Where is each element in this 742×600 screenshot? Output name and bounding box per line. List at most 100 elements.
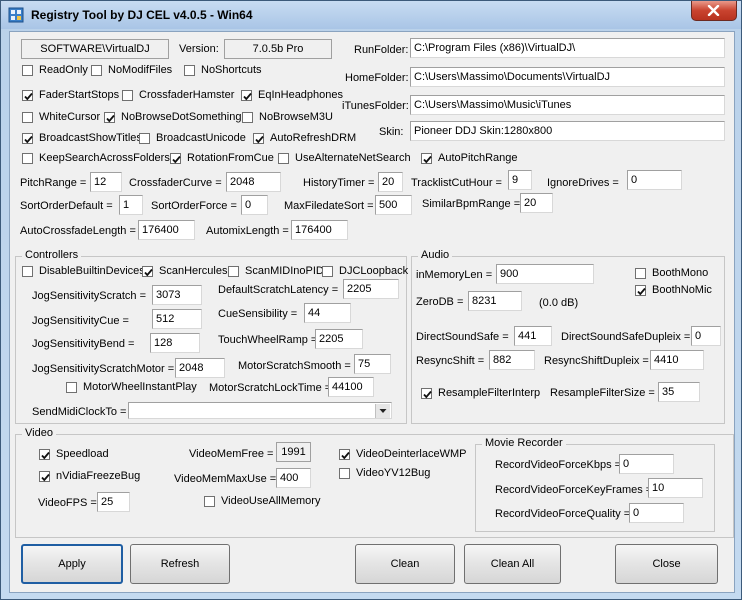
inmemorylen-input[interactable]: 900 bbox=[496, 264, 594, 284]
touchwheelramp-input[interactable]: 2205 bbox=[315, 329, 363, 349]
djcloopback-checkbox[interactable]: DJCLoopback bbox=[322, 263, 408, 279]
close-button[interactable]: Close bbox=[615, 544, 718, 584]
ignoredrives-input[interactable]: 0 bbox=[627, 170, 682, 190]
nobrowsedotsomething-checkbox[interactable]: NoBrowseDotSomething bbox=[104, 109, 241, 125]
disablebuiltindevices-checkbox[interactable]: DisableBuiltinDevices bbox=[22, 263, 145, 279]
clean-button[interactable]: Clean bbox=[355, 544, 455, 584]
checkmark-icon bbox=[24, 92, 33, 100]
clean-all-button[interactable]: Clean All bbox=[464, 544, 561, 584]
crossfadercurve-input[interactable]: 2048 bbox=[226, 172, 281, 192]
checkbox-label: ReadOnly bbox=[39, 64, 88, 76]
crossfaderhamster-checkbox[interactable]: CrossfaderHamster bbox=[122, 87, 234, 103]
tracklistcuthour-input[interactable]: 9 bbox=[508, 170, 532, 190]
motorscratchsmooth-input[interactable]: 75 bbox=[354, 354, 391, 374]
recordvideoforcekbps-input[interactable]: 0 bbox=[619, 454, 674, 474]
directsoundsafe-input[interactable]: 441 bbox=[514, 326, 552, 346]
checkbox-label: NoModifFiles bbox=[108, 64, 173, 76]
client-area: SOFTWARE\VirtualDJ Version: 7.0.5b Pro R… bbox=[9, 31, 735, 593]
resamplefiltersize-input[interactable]: 35 bbox=[658, 382, 700, 402]
maxfiledatesort-input[interactable]: 500 bbox=[375, 195, 412, 215]
refresh-button[interactable]: Refresh bbox=[130, 544, 230, 584]
sortorderdefault-input[interactable]: 1 bbox=[119, 195, 143, 215]
whitecursor-checkbox[interactable]: WhiteCursor bbox=[22, 109, 100, 125]
autocrossfadelength-input[interactable]: 176400 bbox=[138, 220, 195, 240]
recordvideoforcequality-input[interactable]: 0 bbox=[629, 503, 684, 523]
rotationfromcue-checkbox[interactable]: RotationFromCue bbox=[170, 150, 274, 166]
checkbox-box bbox=[66, 381, 77, 393]
boothnomic-checkbox[interactable]: BoothNoMic bbox=[635, 282, 712, 298]
skin-label: Skin: bbox=[379, 126, 404, 138]
recordvideoforcekeyframes-input[interactable]: 10 bbox=[648, 478, 703, 498]
tracklistcuthour-label: TracklistCutHour = bbox=[411, 177, 502, 189]
autorefreshdrm-checkbox[interactable]: AutoRefreshDRM bbox=[253, 130, 356, 146]
sendmidiclockto-select[interactable] bbox=[128, 402, 392, 419]
videomemmaxuse-input[interactable]: 400 bbox=[276, 468, 311, 488]
scanhercules-checkbox[interactable]: ScanHercules bbox=[142, 263, 227, 279]
jogsensitivitybend-input[interactable]: 128 bbox=[150, 333, 200, 353]
checkbox-label: EqInHeadphones bbox=[258, 89, 344, 101]
pitchrange-input[interactable]: 12 bbox=[90, 172, 122, 192]
jogsensitivitybend-label: JogSensitivityBend = bbox=[32, 338, 135, 350]
cuesensibility-input[interactable]: 44 bbox=[304, 303, 351, 323]
historytimer-input[interactable]: 20 bbox=[378, 172, 403, 192]
sortorderforce-input[interactable]: 0 bbox=[241, 195, 268, 215]
similarbpmrange-input[interactable]: 20 bbox=[520, 193, 553, 213]
checkbox-label: BoothNoMic bbox=[652, 284, 712, 296]
motorscratchlocktime-input[interactable]: 44100 bbox=[328, 377, 374, 397]
zerodb-input[interactable]: 8231 bbox=[468, 291, 522, 311]
defaultscratchlatency-label: DefaultScratchLatency = bbox=[218, 284, 339, 296]
title-bar[interactable]: Registry Tool by DJ CEL v4.0.5 - Win64 bbox=[1, 1, 741, 29]
noshortcuts-checkbox[interactable]: NoShortcuts bbox=[184, 62, 262, 78]
window-close-button[interactable] bbox=[691, 1, 737, 21]
boothmono-checkbox[interactable]: BoothMono bbox=[635, 265, 708, 281]
videouseallmemory-checkbox[interactable]: VideoUseAllMemory bbox=[204, 493, 320, 509]
nvidiafreezebug-checkbox[interactable]: nVidiaFreezeBug bbox=[39, 468, 140, 484]
jogsensitivitycue-input[interactable]: 512 bbox=[152, 309, 202, 329]
broadcastshowtitles-checkbox[interactable]: BroadcastShowTitles bbox=[22, 130, 142, 146]
jogsensitivityscratchmotor-input[interactable]: 2048 bbox=[175, 358, 225, 378]
nomodiffiles-checkbox[interactable]: NoModifFiles bbox=[91, 62, 172, 78]
run-folder-input[interactable]: C:\Program Files (x86)\VirtualDJ\ bbox=[410, 38, 725, 58]
checkbox-box bbox=[39, 448, 50, 460]
videofps-input[interactable]: 25 bbox=[97, 492, 130, 512]
resyncshift-input[interactable]: 882 bbox=[489, 350, 535, 370]
keepsearchacrossfolders-checkbox[interactable]: KeepSearchAcrossFolders bbox=[22, 150, 170, 166]
motorscratchsmooth-label: MotorScratchSmooth = bbox=[238, 360, 351, 372]
checkmark-icon bbox=[341, 451, 350, 459]
chevron-down-icon[interactable] bbox=[375, 404, 390, 418]
home-folder-input[interactable]: C:\Users\Massimo\Documents\VirtualDJ bbox=[410, 67, 725, 87]
videofps-label: VideoFPS = bbox=[38, 497, 97, 509]
checkbox-box bbox=[91, 64, 102, 76]
usealternatenetsearch-checkbox[interactable]: UseAlternateNetSearch bbox=[278, 150, 411, 166]
nobrowsem3u-checkbox[interactable]: NoBrowseM3U bbox=[242, 109, 333, 125]
autopitchrange-checkbox[interactable]: AutoPitchRange bbox=[421, 150, 518, 166]
checkbox-label: WhiteCursor bbox=[39, 111, 101, 123]
motorwheelinstantplay-checkbox[interactable]: MotorWheelInstantPlay bbox=[66, 379, 197, 395]
videoyv12bug-checkbox[interactable]: VideoYV12Bug bbox=[339, 465, 430, 481]
speedload-checkbox[interactable]: Speedload bbox=[39, 446, 109, 462]
movie-recorder-group-title: Movie Recorder bbox=[482, 437, 566, 449]
videodeinterlacewmp-checkbox[interactable]: VideoDeinterlaceWMP bbox=[339, 446, 466, 462]
apply-button[interactable]: Apply bbox=[21, 544, 123, 584]
checkbox-box bbox=[22, 89, 33, 101]
checkbox-label: ScanHercules bbox=[159, 265, 228, 277]
automixlength-input[interactable]: 176400 bbox=[291, 220, 348, 240]
itunes-folder-input[interactable]: C:\Users\Massimo\Music\iTunes bbox=[410, 95, 725, 115]
resyncshiftduplex-input[interactable]: 4410 bbox=[650, 350, 704, 370]
broadcastunicode-checkbox[interactable]: BroadcastUnicode bbox=[139, 130, 246, 146]
jogsensitivityscratch-input[interactable]: 3073 bbox=[152, 285, 202, 305]
defaultscratchlatency-input[interactable]: 2205 bbox=[343, 279, 399, 299]
checkbox-label: BoothMono bbox=[652, 267, 709, 279]
inmemorylen-label: inMemoryLen = bbox=[416, 269, 493, 281]
scanmidinopid-checkbox[interactable]: ScanMIDInoPID bbox=[228, 263, 324, 279]
checkbox-box bbox=[142, 265, 153, 277]
directsoundsafeduplex-label: DirectSoundSafeDupleix = bbox=[561, 331, 691, 343]
eqinheadphones-checkbox[interactable]: EqInHeadphones bbox=[241, 87, 343, 103]
resamplefilterinterp-checkbox[interactable]: ResampleFilterInterp bbox=[421, 385, 540, 401]
checkbox-box bbox=[122, 89, 133, 101]
faderstartstops-checkbox[interactable]: FaderStartStops bbox=[22, 87, 119, 103]
readonly-checkbox[interactable]: ReadOnly bbox=[22, 62, 88, 78]
directsoundsafeduplex-input[interactable]: 0 bbox=[691, 326, 721, 346]
skin-input[interactable]: Pioneer DDJ Skin:1280x800 bbox=[410, 121, 725, 141]
checkmark-icon bbox=[172, 155, 181, 163]
